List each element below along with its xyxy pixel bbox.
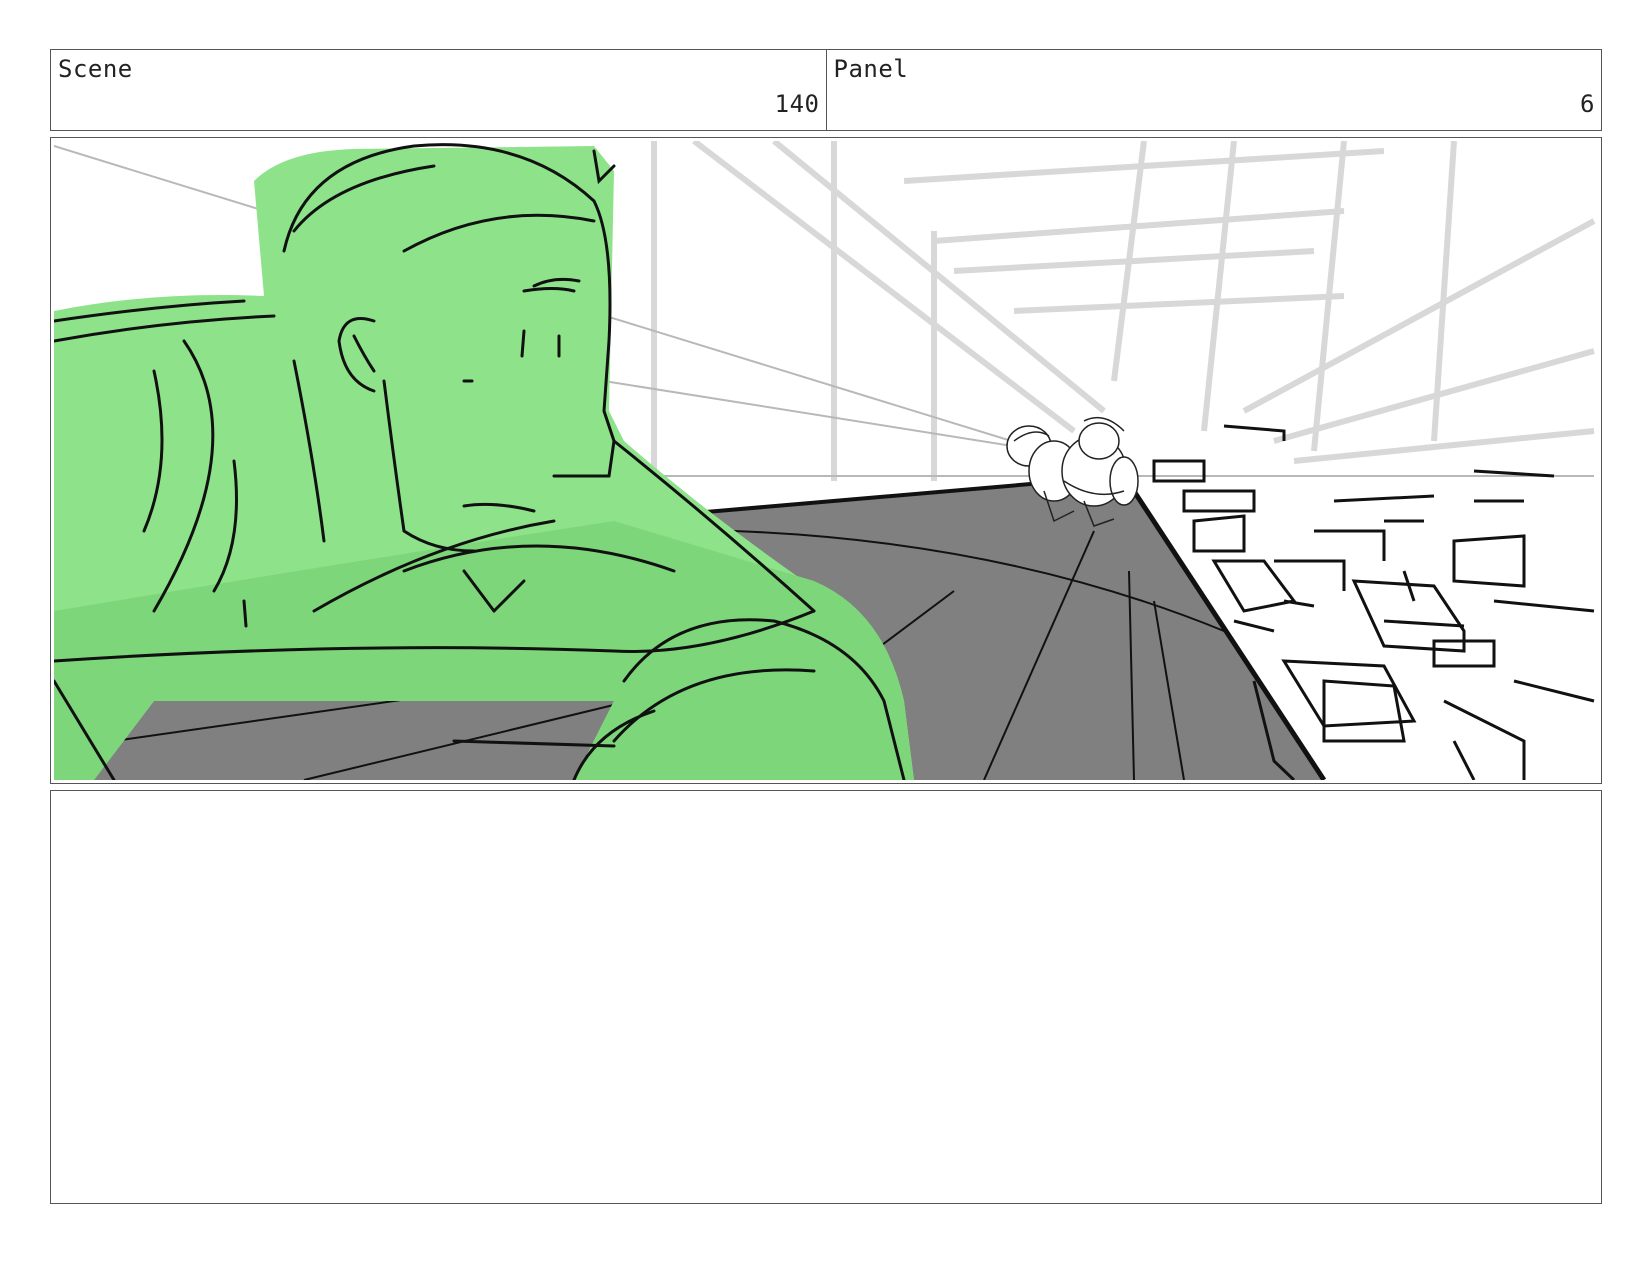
panel-label: Panel [833,55,909,83]
notes-box [50,790,1602,1204]
storyboard-sketch [54,141,1596,780]
panel-number: 6 [1580,90,1595,118]
storyboard-frame [50,137,1602,784]
scene-label: Scene [58,55,133,83]
panel-cell: Panel 6 [825,50,1602,130]
scene-number: 140 [774,90,820,118]
scene-cell: Scene 140 [51,50,826,130]
panel-header: Scene 140 Panel 6 [50,49,1602,131]
